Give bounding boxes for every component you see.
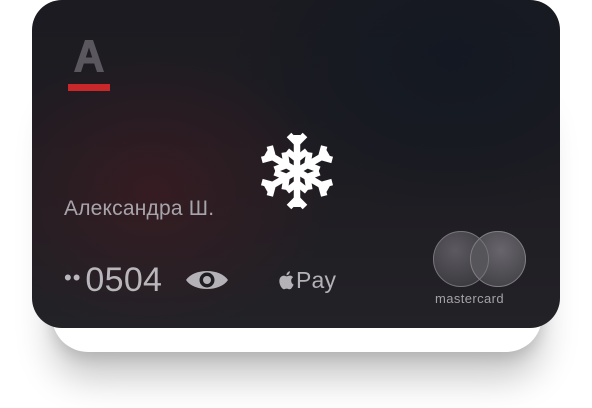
apple-pay-label: Pay (296, 266, 337, 293)
card-number: •• 0504 (64, 260, 162, 300)
mastercard-label: mastercard (435, 291, 505, 306)
mastercard-logo (432, 230, 530, 290)
apple-icon (279, 271, 294, 290)
card-last-digits: 0504 (85, 260, 163, 299)
eye-icon (186, 271, 228, 289)
card-number-mask: •• (64, 265, 82, 290)
bank-card[interactable]: Александра Ш. •• 0504 Pay mastercard (32, 0, 560, 328)
snowflake-icon (256, 130, 338, 212)
show-card-number-button[interactable] (184, 265, 230, 295)
card-screen: Александра Ш. •• 0504 Pay mastercard (0, 0, 592, 408)
alfa-bank-logo (68, 36, 110, 94)
apple-pay-badge: Pay (278, 265, 336, 295)
cardholder-name: Александра Ш. (64, 197, 215, 220)
